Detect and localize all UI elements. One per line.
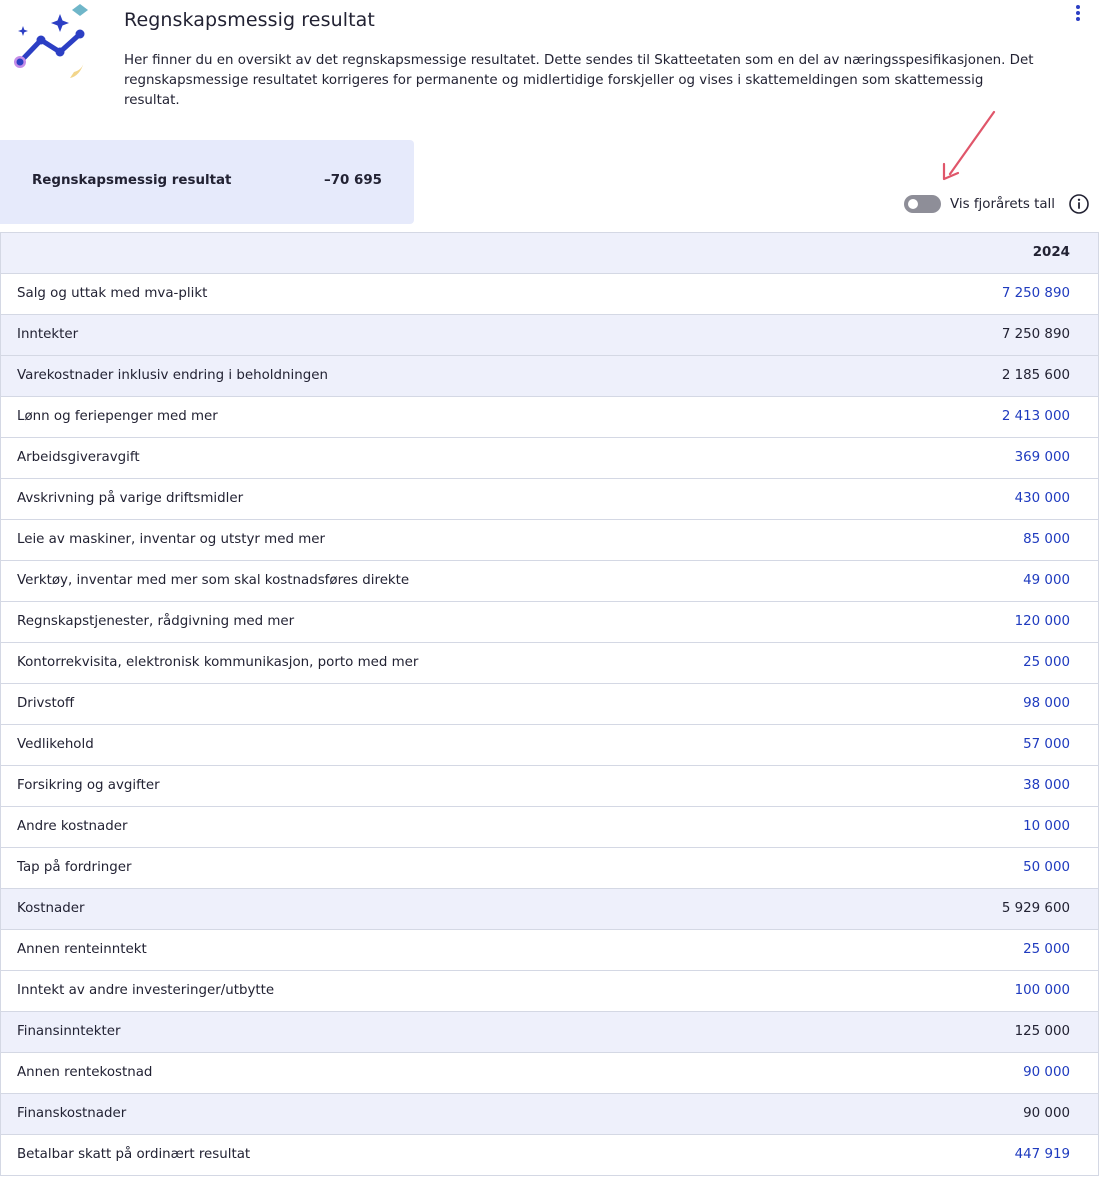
row-value-link[interactable]: 10 000 (1023, 819, 1070, 834)
table-row: Arbeidsgiveravgift 369 000 (1, 438, 1098, 479)
table-row: Leie av maskiner, inventar og utstyr med… (1, 520, 1098, 561)
row-value-link[interactable]: 49 000 (1023, 573, 1070, 588)
table-row-subtotal: Kostnader 5 929 600 (1, 889, 1098, 930)
more-vertical-icon[interactable] (1068, 4, 1088, 24)
table-row: Verktøy, inventar med mer som skal kostn… (1, 561, 1098, 602)
row-total-value: 5 929 600 (1001, 901, 1070, 916)
summary-label: Regnskapsmessig resultat (32, 173, 232, 188)
row-label: Drivstoff (17, 696, 75, 711)
row-total-value: 90 000 (1023, 1106, 1070, 1121)
result-summary-card: Regnskapsmessig resultat –70 695 (0, 140, 414, 224)
row-value-link[interactable]: 369 000 (1015, 450, 1070, 465)
table-row: Betalbar skatt på ordinært resultat 447 9… (1, 1135, 1098, 1176)
table-row: Drivstoff 98 000 (1, 684, 1098, 725)
row-label: Inntekt av andre investeringer/utbytte (17, 983, 275, 998)
row-value-link[interactable]: 2 413 000 (1002, 409, 1070, 424)
table-row: Lønn og feriepenger med mer 2 413 000 (1, 397, 1098, 438)
row-label: Inntekter (17, 327, 79, 342)
row-label: Salg og uttak med mva-plikt (17, 286, 208, 301)
toggle-knob (908, 199, 918, 209)
row-label: Kostnader (17, 901, 85, 916)
row-value-link[interactable]: 447 919 (1015, 1147, 1070, 1162)
row-label: Betalbar skatt på ordinært resultat (17, 1147, 251, 1162)
row-label: Forsikring og avgifter (17, 778, 160, 793)
row-label: Leie av maskiner, inventar og utstyr med… (17, 532, 326, 547)
chart-sparkle-icon (14, 4, 88, 78)
row-label: Avskrivning på varige driftsmidler (17, 491, 244, 506)
row-value-link[interactable]: 25 000 (1023, 942, 1070, 957)
table-row: Salg og uttak med mva-plikt 7 250 890 (1, 274, 1098, 315)
table-row: Forsikring og avgifter 38 000 (1, 766, 1098, 807)
table-header: 2024 (1, 233, 1098, 274)
previous-year-toggle-label[interactable]: Vis fjorårets tall (950, 197, 1055, 212)
page-header: Regnskapsmessig resultat Her finner du e… (0, 0, 1100, 120)
row-label: Kontorrekvisita, elektronisk kommunikasj… (17, 655, 419, 670)
row-label: Varekostnader inklusiv endring i beholdn… (17, 368, 328, 383)
info-icon[interactable] (1068, 193, 1090, 215)
row-value-link[interactable]: 57 000 (1023, 737, 1070, 752)
result-table: 2024 Salg og uttak med mva-plikt 7 250 89… (0, 232, 1099, 1176)
table-row: Annen renteinntekt 25 000 (1, 930, 1098, 971)
summary-value: –70 695 (324, 173, 382, 188)
table-row: Tap på fordringer 50 000 (1, 848, 1098, 889)
row-label: Finansinntekter (17, 1024, 121, 1039)
row-value-link[interactable]: 430 000 (1015, 491, 1070, 506)
row-label: Regnskapstjenester, rådgivning med mer (17, 614, 295, 629)
table-row: Kontorrekvisita, elektronisk kommunikasj… (1, 643, 1098, 684)
table-row-subtotal: Inntekter 7 250 890 (1, 315, 1098, 356)
table-row: Andre kostnader 10 000 (1, 807, 1098, 848)
column-header-year: 2024 (1032, 245, 1070, 260)
row-label: Annen renteinntekt (17, 942, 147, 957)
table-row: Avskrivning på varige driftsmidler 430 00… (1, 479, 1098, 520)
row-value-link[interactable]: 85 000 (1023, 532, 1070, 547)
previous-year-toggle[interactable] (904, 195, 941, 213)
row-value-link[interactable]: 98 000 (1023, 696, 1070, 711)
row-total-value: 7 250 890 (1001, 327, 1070, 342)
row-label: Tap på fordringer (17, 860, 132, 875)
row-value-link[interactable]: 120 000 (1015, 614, 1070, 629)
table-row: Regnskapstjenester, rådgivning med mer 12… (1, 602, 1098, 643)
row-value-link[interactable]: 90 000 (1023, 1065, 1070, 1080)
row-value-link[interactable]: 100 000 (1015, 983, 1070, 998)
row-label: Andre kostnader (17, 819, 128, 834)
row-label: Vedlikehold (17, 737, 94, 752)
row-value-link[interactable]: 7 250 890 (1002, 286, 1070, 301)
table-row-subtotal: Varekostnader inklusiv endring i beholdn… (1, 356, 1098, 397)
row-label: Verktøy, inventar med mer som skal kostn… (17, 573, 410, 588)
table-body: Salg og uttak med mva-plikt 7 250 890 Innt… (1, 274, 1098, 1176)
row-value-link[interactable]: 38 000 (1023, 778, 1070, 793)
table-row: Vedlikehold 57 000 (1, 725, 1098, 766)
table-row-subtotal: Finanskostnader 90 000 (1, 1094, 1098, 1135)
row-total-value: 2 185 600 (1001, 368, 1070, 383)
page-description: Her finner du en oversikt av det regnska… (124, 53, 1034, 108)
previous-year-toggle-group: Vis fjorårets tall (904, 193, 1055, 215)
row-total-value: 125 000 (1014, 1024, 1070, 1039)
table-row-subtotal: Finansinntekter 125 000 (1, 1012, 1098, 1053)
annotation-arrow-icon (942, 110, 996, 181)
row-value-link[interactable]: 25 000 (1023, 655, 1070, 670)
table-row: Annen rentekostnad 90 000 (1, 1053, 1098, 1094)
table-row: Inntekt av andre investeringer/utbytte 10… (1, 971, 1098, 1012)
row-label: Finanskostnader (17, 1106, 127, 1121)
row-label: Arbeidsgiveravgift (17, 450, 140, 465)
page-title: Regnskapsmessig resultat (124, 9, 375, 31)
row-label: Lønn og feriepenger med mer (17, 409, 218, 424)
row-label: Annen rentekostnad (17, 1065, 153, 1080)
row-value-link[interactable]: 50 000 (1023, 860, 1070, 875)
